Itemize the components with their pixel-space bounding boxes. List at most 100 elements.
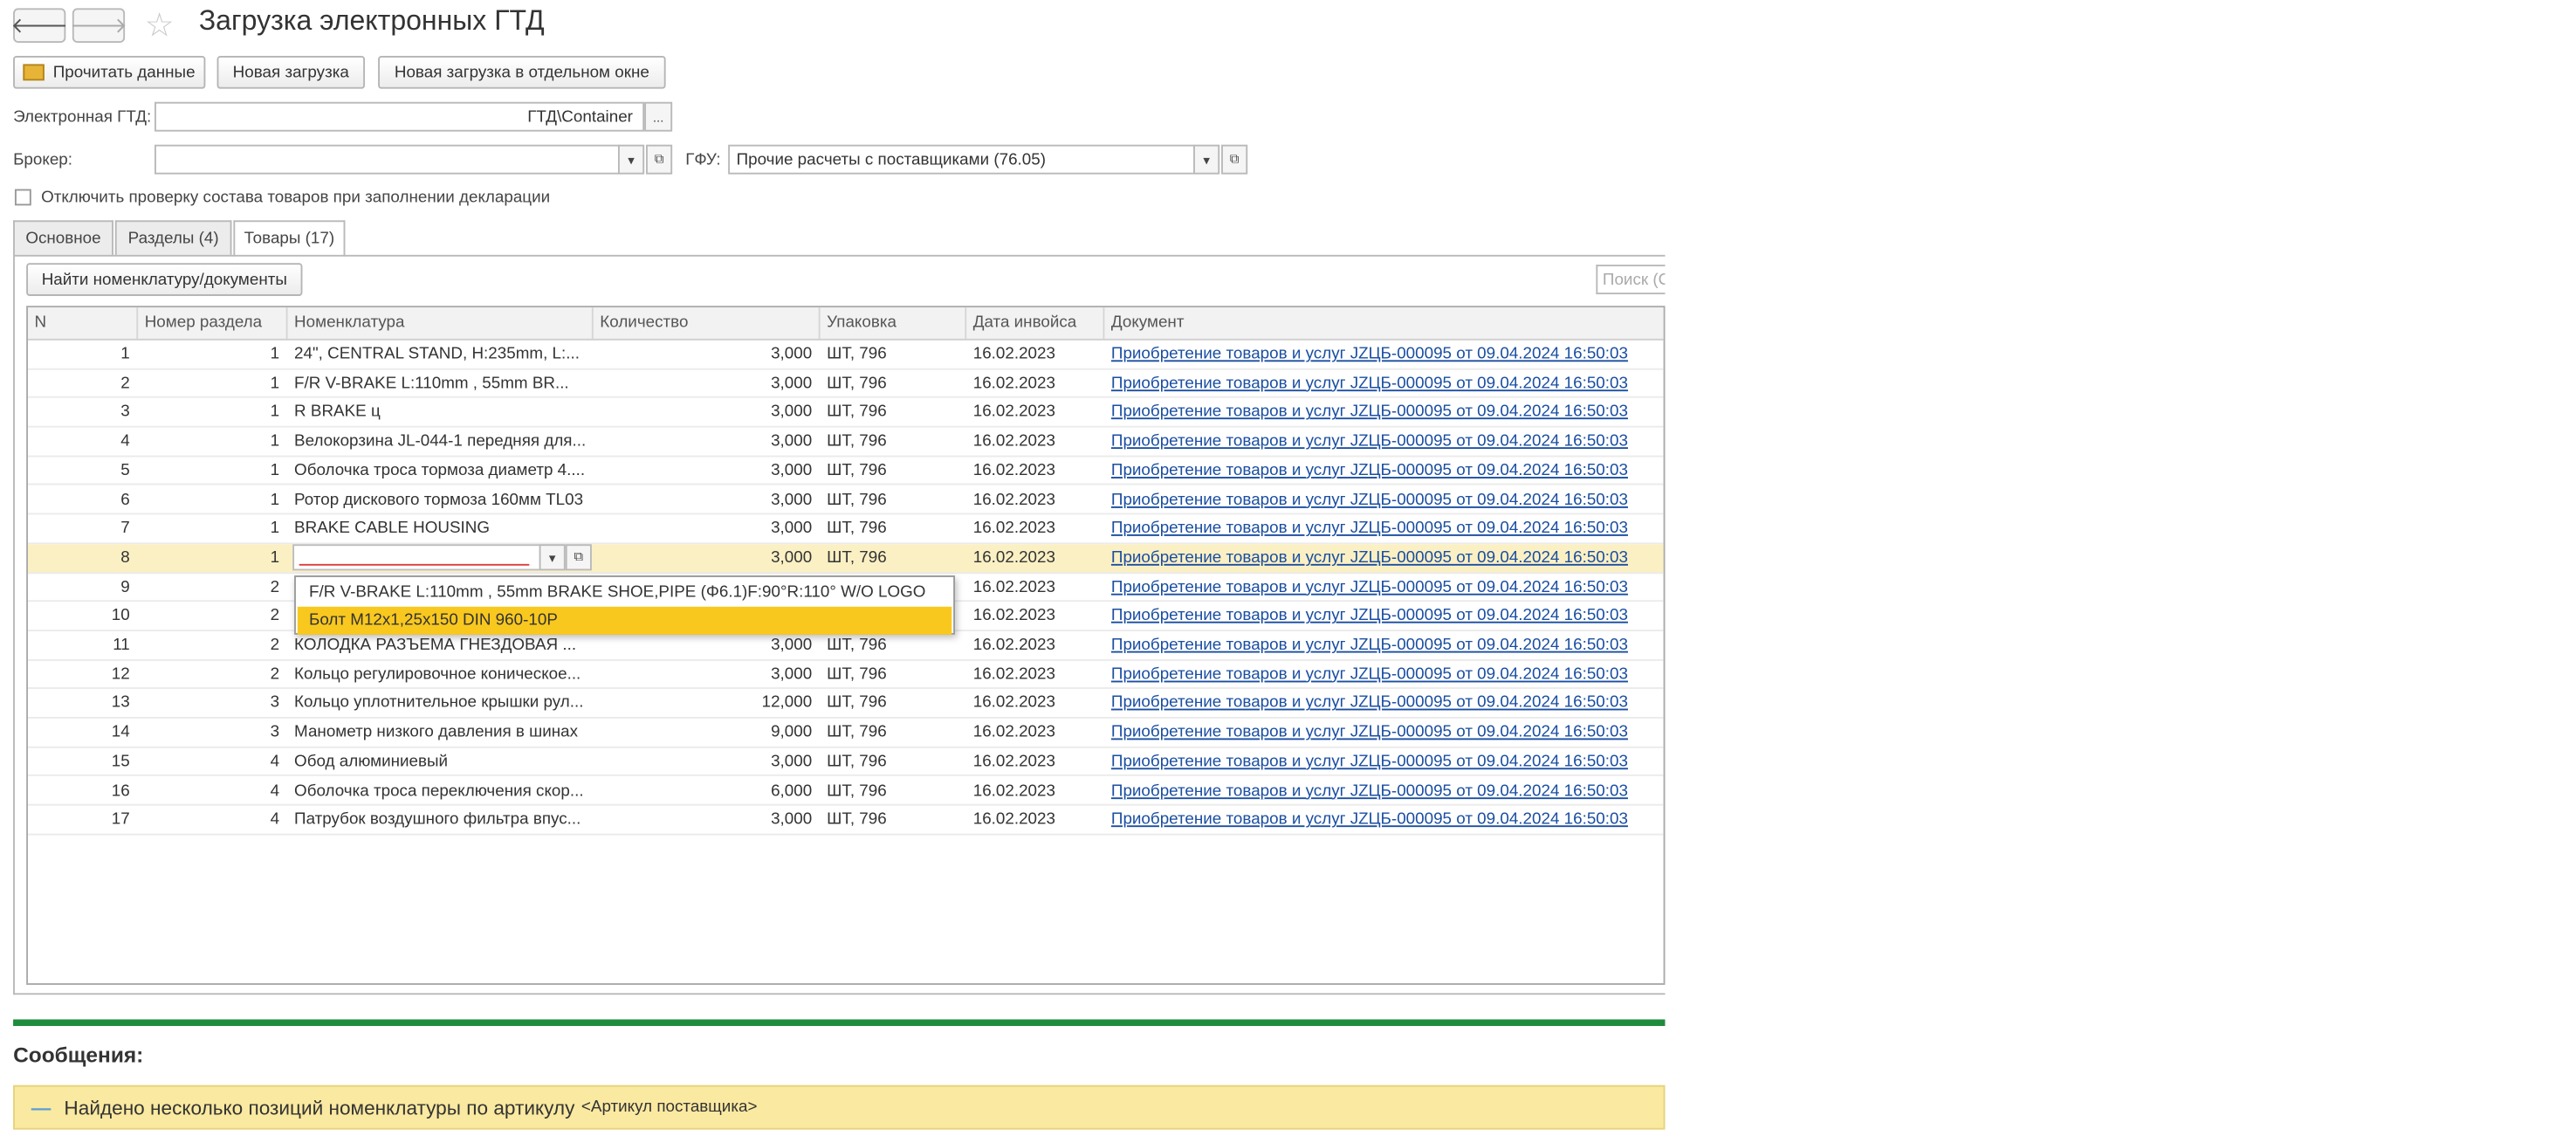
gfu-open-button[interactable]: ⧉	[1221, 144, 1248, 175]
col-n[interactable]: N	[28, 307, 139, 339]
star-icon[interactable]: ☆	[145, 5, 175, 46]
item-edit-dropdown-button[interactable]: ▾	[539, 544, 566, 571]
cell-doc[interactable]: Приобретение товаров и услуг JZЦБ-000095…	[1104, 806, 1663, 834]
broker-field[interactable]	[155, 144, 620, 175]
cell-pack: ШТ, 796	[827, 520, 887, 539]
table-row[interactable]: 13 3 Кольцо уплотнительное крышки рул... 12…	[28, 690, 1664, 719]
cell-doc[interactable]: Приобретение товаров и услуг JZЦБ-000095…	[1104, 602, 1663, 630]
table-row[interactable]: 12 2 Кольцо регулировочное коническое... 3,…	[28, 660, 1664, 690]
cell-n: 7	[120, 520, 130, 539]
table-row[interactable]: 17 4 Патрубок воздушного фильтра впус... 3,…	[28, 806, 1664, 836]
forward-button[interactable]: 🡒	[70, 8, 127, 43]
cell-doc[interactable]: Приобретение товаров и услуг JZЦБ-000095…	[1104, 341, 1663, 368]
gtd-value: ГТД\Container	[527, 107, 633, 127]
cell-doc[interactable]: Приобретение товаров и услуг JZЦБ-000095…	[1104, 747, 1663, 775]
read-data-button[interactable]: Прочитать данные	[13, 56, 206, 89]
cell-doc[interactable]: Приобретение товаров и услуг JZЦБ-000095…	[1104, 631, 1663, 659]
search-input[interactable]: Поиск (Ct	[1596, 265, 1666, 295]
cell-doc[interactable]: Приобретение товаров и услуг JZЦБ-000095…	[1104, 777, 1663, 805]
col-section[interactable]: Номер раздела	[138, 307, 288, 339]
tab-sections[interactable]: Разделы (4)	[114, 220, 232, 255]
cell-doc[interactable]: Приобретение товаров и услуг JZЦБ-000095…	[1104, 719, 1663, 747]
cell-n: 12	[111, 665, 130, 684]
message-text: Найдено несколько позиций номенклатуры п…	[64, 1096, 575, 1119]
cell-section: 1	[270, 403, 280, 422]
cell-pack: ШТ, 796	[827, 345, 887, 364]
cell-pack: ШТ, 796	[827, 781, 887, 801]
cell-doc[interactable]: Приобретение товаров и услуг JZЦБ-000095…	[1104, 428, 1663, 456]
disable-check-checkbox[interactable]	[14, 189, 31, 206]
cell-qty: 9,000	[771, 723, 813, 742]
table-row[interactable]: 2 1 F/R V-BRAKE L:110mm , 55mm BR... 3,000 Ш…	[28, 369, 1664, 399]
cell-doc[interactable]: Приобретение товаров и услуг JZЦБ-000095…	[1104, 485, 1663, 513]
folder-open-icon	[23, 64, 45, 81]
table-row[interactable]: 5 1 Оболочка троса тормоза диаметр 4.... 3,…	[28, 457, 1664, 486]
table-row[interactable]: 15 4 Обод алюминиевый 3,000 ШТ, 796 16.02.202…	[28, 747, 1664, 777]
dropdown-item[interactable]: F/R V-BRAKE L:110mm , 55mm BRAKE SHOE,PI…	[298, 579, 951, 607]
cell-n: 9	[120, 578, 130, 596]
new-load-button[interactable]: Новая загрузка	[216, 56, 366, 89]
cell-pack: ШТ, 796	[827, 694, 887, 713]
tab-main[interactable]: Основное	[13, 220, 113, 255]
cell-section: 1	[270, 461, 280, 480]
tab-goods[interactable]: Товары (17)	[233, 220, 346, 257]
cell-doc[interactable]: Приобретение товаров и услуг JZЦБ-000095…	[1104, 398, 1663, 426]
item-edit-input[interactable]	[292, 544, 566, 571]
new-load-window-button[interactable]: Новая загрузка в отдельном окне	[378, 56, 666, 89]
table-row[interactable]: 14 3 Манометр низкого давления в шинах 9,00…	[28, 719, 1664, 748]
cell-doc[interactable]: Приобретение товаров и услуг JZЦБ-000095…	[1104, 457, 1663, 485]
cell-doc[interactable]: Приобретение товаров и услуг JZЦБ-000095…	[1104, 369, 1663, 397]
find-items-label: Найти номенклатуру/документы	[41, 270, 287, 289]
page-title: Загрузка электронных ГТД	[198, 4, 545, 37]
cell-doc[interactable]: Приобретение товаров и услуг JZЦБ-000095…	[1104, 544, 1663, 572]
cell-date: 16.02.2023	[972, 520, 1056, 539]
cell-date: 16.02.2023	[972, 461, 1056, 480]
tab-goods-label: Товары (17)	[244, 230, 335, 249]
cell-section: 2	[270, 607, 280, 626]
col-qty[interactable]: Количество	[594, 307, 821, 339]
cell-section: 1	[270, 374, 280, 393]
message-item[interactable]: — Найдено несколько позиций номенклатуры…	[13, 1084, 1666, 1130]
dropdown-item-highlighted[interactable]: Болт М12х1,25х150 DIN 960-10P	[297, 606, 952, 635]
cell-date: 16.02.2023	[972, 694, 1056, 713]
gfu-dropdown-button[interactable]: ▾	[1193, 144, 1220, 175]
broker-dropdown-button[interactable]: ▾	[618, 144, 645, 175]
table-row[interactable]: 4 1 Велокорзина JL-044-1 передняя для... 3,…	[28, 428, 1664, 458]
table-row[interactable]: 7 1 BRAKE CABLE HOUSING 3,000 ШТ, 796 16.02.2…	[28, 515, 1664, 545]
table-row[interactable]: 16 4 Оболочка троса переключения скор... 6,…	[28, 777, 1664, 807]
table-row[interactable]: 8 1 3,000 ШТ, 796 16.02.2023 Приобретение тов…	[28, 544, 1664, 574]
cell-pack: ШТ, 796	[827, 753, 887, 771]
gtd-field[interactable]: ГТД\Container	[155, 101, 645, 132]
gtd-select-button[interactable]: ...	[644, 101, 673, 132]
cell-item: КОЛОДКА РАЗЪЕМА ГНЕЗДОВАЯ ...	[294, 636, 577, 655]
cell-doc[interactable]: Приобретение товаров и услуг JZЦБ-000095…	[1104, 660, 1663, 688]
cell-doc[interactable]: Приобретение товаров и услуг JZЦБ-000095…	[1104, 573, 1663, 601]
cell-n: 17	[111, 810, 130, 830]
cell-qty: 3,000	[771, 548, 813, 568]
open-link-icon: ⧉	[654, 151, 664, 167]
cell-pack: ШТ, 796	[827, 548, 887, 568]
cell-qty: 3,000	[771, 810, 813, 830]
chevron-down-icon: ▾	[628, 152, 635, 168]
broker-open-button[interactable]: ⧉	[646, 144, 673, 175]
table-row[interactable]: 6 1 Ротор дискового тормоза 160мм TL03 3,00…	[28, 485, 1664, 515]
item-edit-open-button[interactable]: ⧉	[565, 544, 592, 571]
cell-pack: ШТ, 796	[827, 636, 887, 655]
back-button[interactable]: 🡐	[10, 8, 68, 43]
gfu-field[interactable]: Прочие расчеты с поставщиками (76.05)	[728, 144, 1195, 175]
cell-doc[interactable]: Приобретение товаров и услуг JZЦБ-000095…	[1104, 690, 1663, 718]
cell-doc[interactable]: Приобретение товаров и услуг JZЦБ-000095…	[1104, 515, 1663, 543]
collapse-marker-icon[interactable]: —	[31, 1096, 52, 1119]
gfu-label: ГФУ:	[685, 151, 721, 169]
table-row[interactable]: 11 2 КОЛОДКА РАЗЪЕМА ГНЕЗДОВАЯ ... 3,000 ШТ,…	[28, 631, 1664, 661]
chevron-down-icon: ▾	[548, 549, 556, 565]
col-item[interactable]: Номенклатура	[288, 307, 594, 339]
table-row[interactable]: 3 1 R BRAKE ц 3,000 ШТ, 796 16.02.2023 Приобре…	[28, 398, 1664, 428]
col-pack[interactable]: Упаковка	[821, 307, 967, 339]
open-link-icon: ⧉	[1229, 151, 1240, 167]
col-doc[interactable]: Документ	[1104, 307, 1663, 339]
find-items-button[interactable]: Найти номенклатуру/документы	[26, 263, 303, 296]
error-underline	[299, 563, 530, 566]
col-date[interactable]: Дата инвойса	[966, 307, 1105, 339]
table-row[interactable]: 1 1 24", CENTRAL STAND, H:235mm, L:... 3,00…	[28, 341, 1664, 370]
